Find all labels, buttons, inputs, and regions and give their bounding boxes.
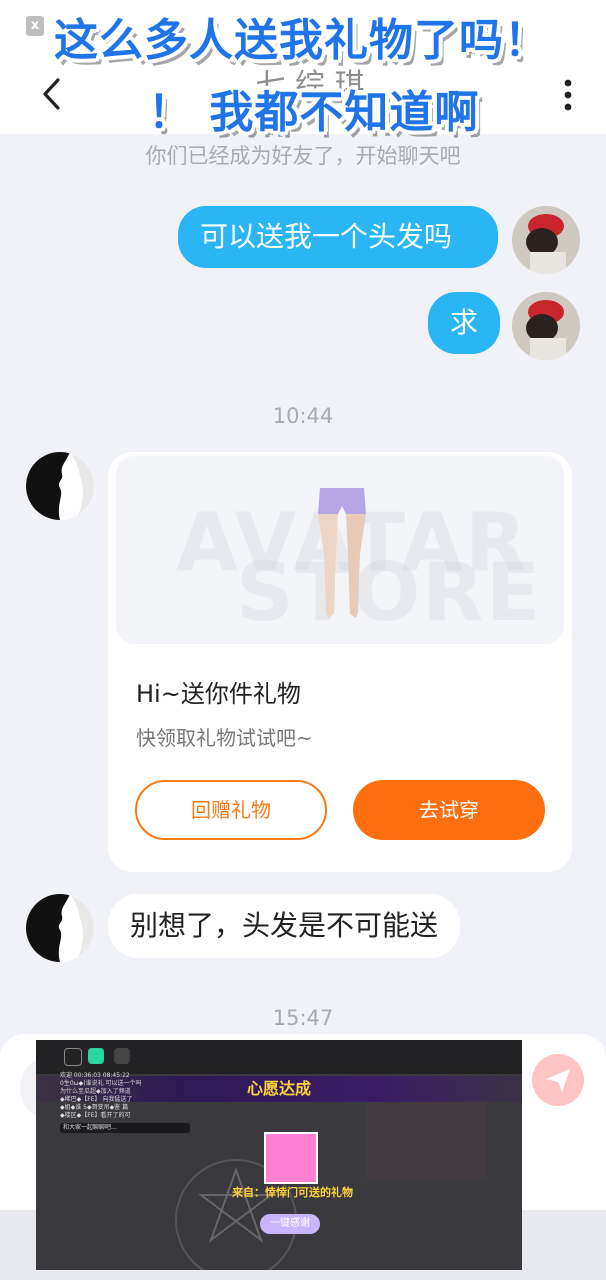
game-chat-line: 为什么至瓜超◆加入了频道 [60,1088,131,1095]
people-icon[interactable] [114,1048,130,1064]
gift-title: Hi~送你件礼物 [136,680,301,708]
gift-image-area: AVATAR STORE [116,456,564,644]
game-chat-line: 欢迎 00:36:03 08:45:22 [60,1072,130,1079]
message-text: 求 [450,306,479,339]
caption-overlay-line1: 这么多人送我礼物了吗！ [54,15,549,66]
system-notice: 你们已经成为好友了，开始聊天吧 [145,144,461,168]
send-button[interactable] [532,1054,584,1106]
message-text: 别想了，头发是不可能送 [130,909,439,942]
game-chat-line: ◆楼区◆【FE】看开了的可 [60,1112,131,1119]
chevron-left-icon [43,78,60,110]
silhouette-avatar-image [26,894,94,962]
outgoing-message-bubble[interactable]: 可以送我一个头发吗 [178,206,498,268]
try-on-button[interactable]: 去试穿 [353,780,545,840]
gift-card[interactable]: AVATAR STORE Hi~送你件礼物 快领取礼物试试吧~ 回赠礼物 去试穿 [108,452,572,872]
my-avatar[interactable] [512,292,580,360]
more-options-button[interactable] [560,78,576,114]
timestamp: 15:47 [272,1006,334,1030]
gift-item-image [264,1132,318,1184]
gift-subtitle: 快领取礼物试试吧~ [136,726,313,750]
game-chat-input[interactable]: 和大家一起聊聊吧... [60,1123,190,1133]
game-chat-line: ◆姐◆谁 5◆哥变吊◆鉴 篇 [60,1104,129,1111]
send-icon [546,1069,570,1092]
my-avatar[interactable] [512,206,580,274]
message-text: 可以送我一个头发吗 [200,220,453,253]
contact-avatar[interactable] [26,452,94,520]
game-chat-line: 0生0ω◆(谁说礼 可以送一个吗 [60,1080,142,1087]
watermark-text: STORE [236,546,543,639]
game-chat-log: 欢迎 00:36:03 08:45:22 0生0ω◆(谁说礼 可以送一个吗 为什… [60,1072,190,1133]
vertical-dots-icon [564,79,572,111]
silhouette-avatar-image [26,452,94,520]
avatar-image [512,206,580,274]
close-badge[interactable]: x [26,16,44,36]
timestamp: 10:44 [272,404,334,428]
avatar-image [512,292,580,360]
gift-from-text: 来自：悻悻门可送的礼物 [232,1186,353,1199]
embedded-game-screenshot: 心愿达成 欢迎 00:36:03 08:45:22 0生0ω◆(谁说礼 可以送一… [36,1040,522,1270]
chat-icon[interactable] [88,1048,104,1064]
return-gift-button[interactable]: 回赠礼物 [135,780,327,840]
outgoing-message-bubble[interactable]: 求 [428,292,501,354]
contact-avatar[interactable] [26,894,94,962]
gift-leggings-icon [318,488,366,618]
settings-icon[interactable] [64,1048,82,1066]
caption-overlay-line2: ！ 我都不知道啊 [148,87,480,138]
game-chat-line: ◆稀巴◆【FE】 向我猛送了 [60,1096,133,1103]
incoming-message-bubble[interactable]: 别想了，头发是不可能送 [108,894,461,958]
thank-all-button[interactable]: 一键感谢 [260,1214,320,1234]
back-button[interactable] [36,74,70,114]
